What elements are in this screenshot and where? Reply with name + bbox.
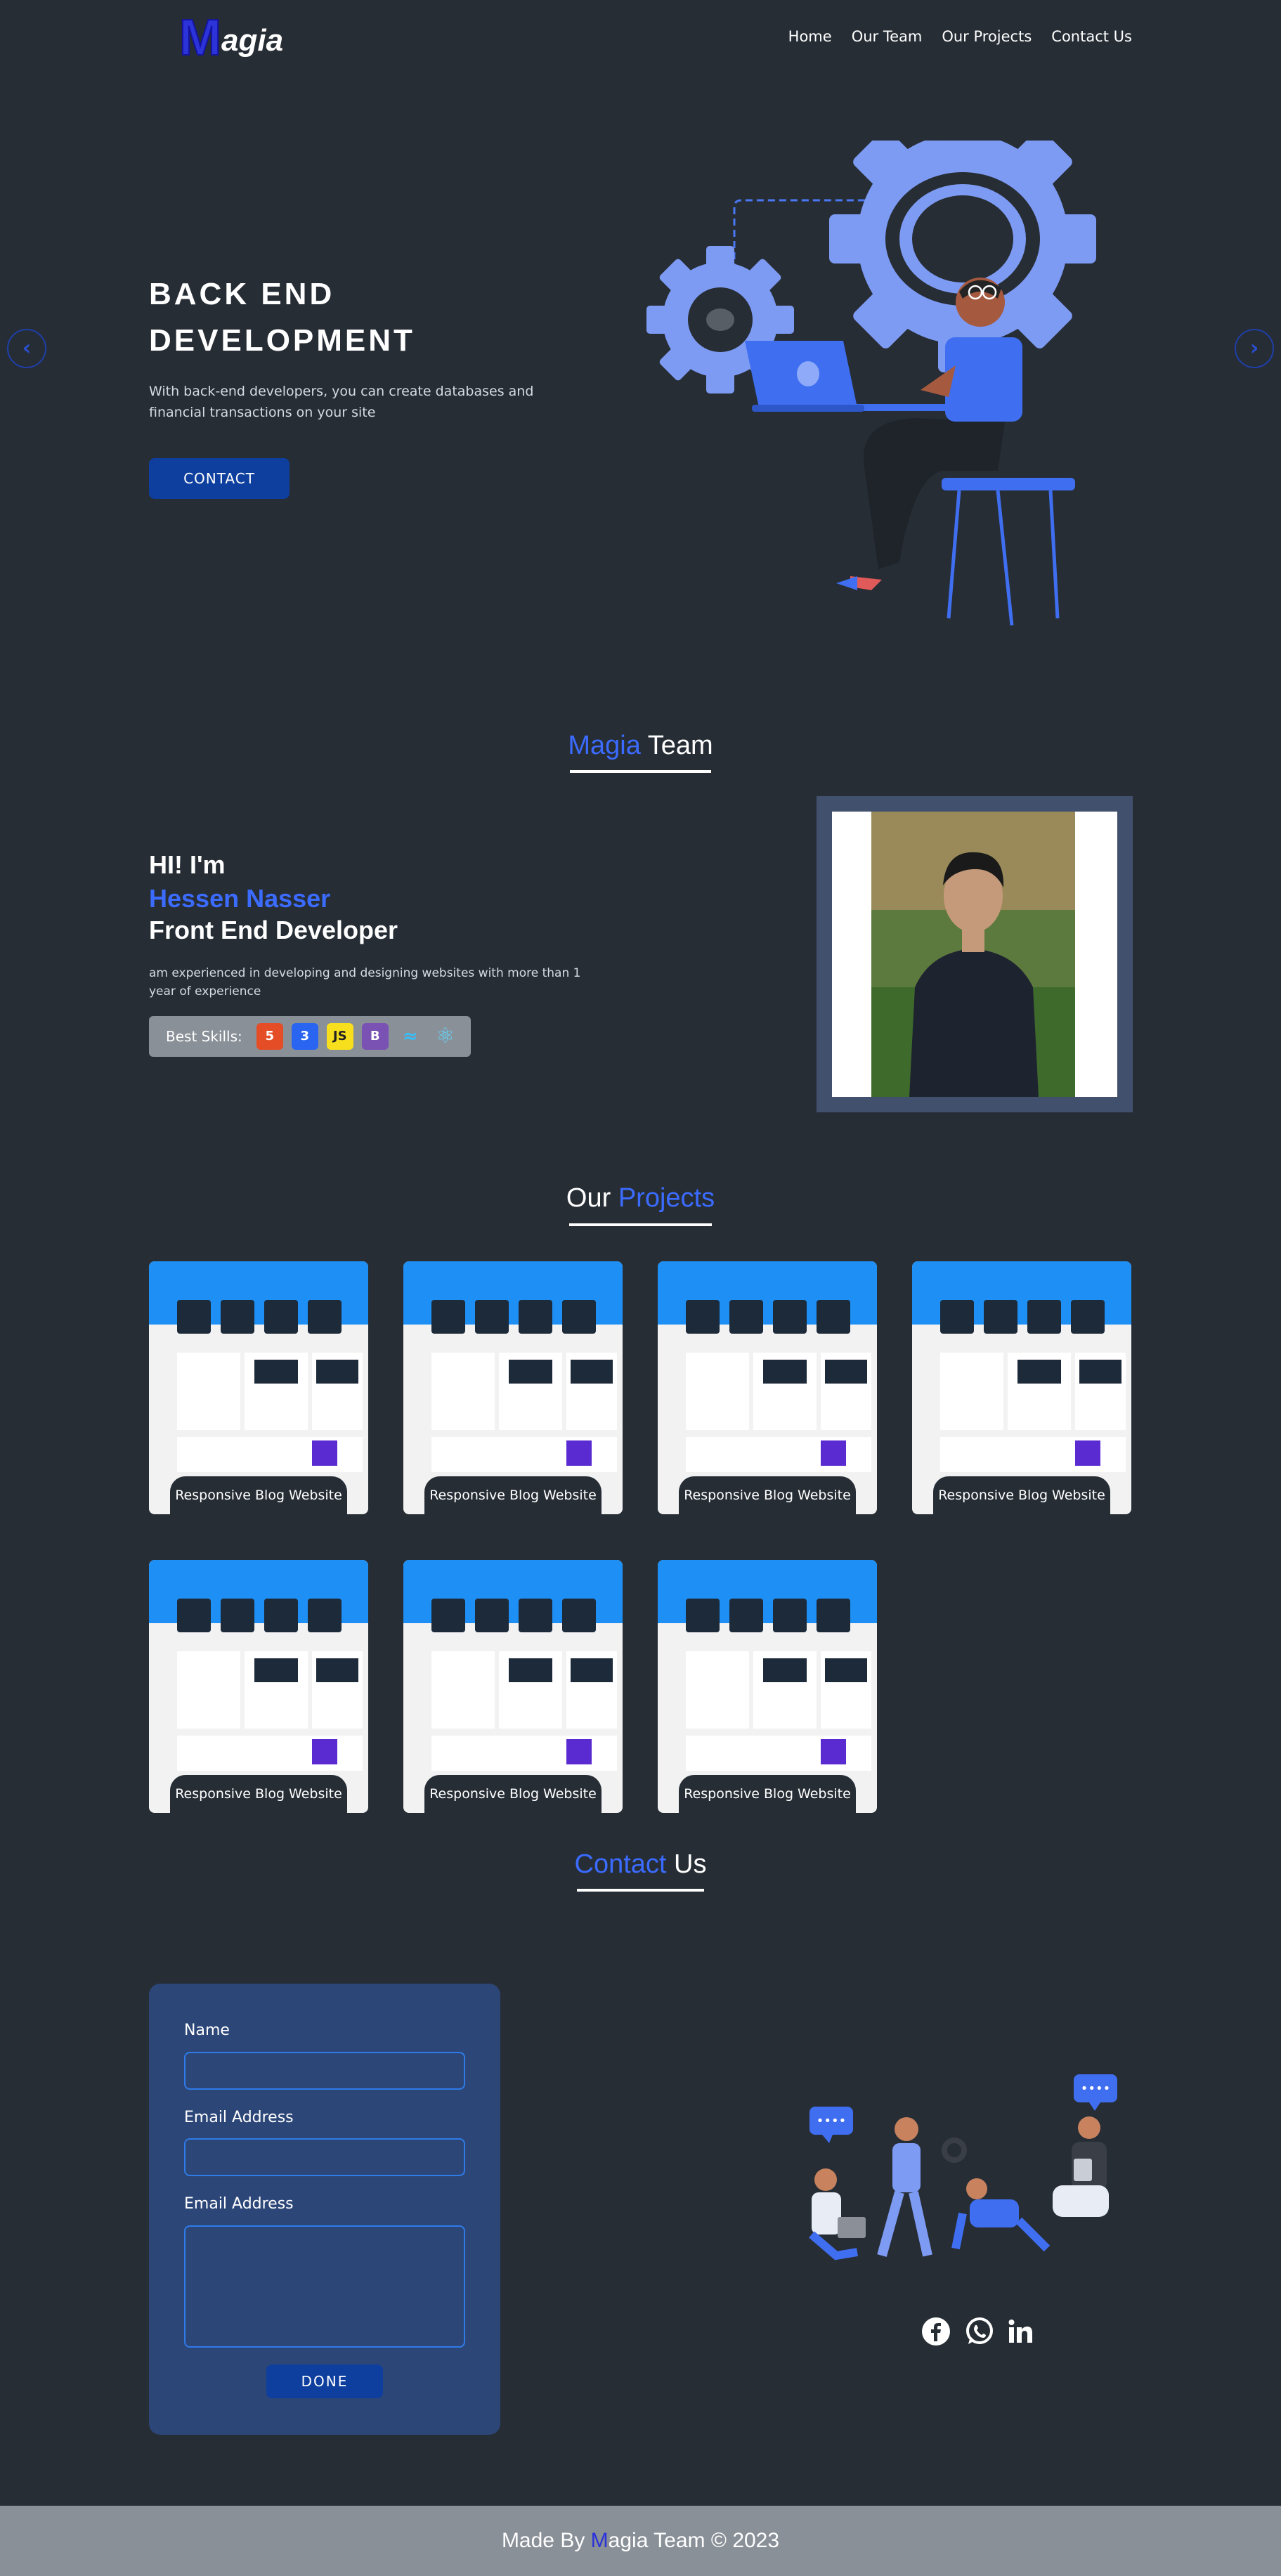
best-skills-bar: Best Skills: 5 3 JS B ≈ ⚛ [149, 1016, 471, 1057]
project-thumbnail-image [940, 1300, 1126, 1472]
project-card[interactable]: Responsive Blog Website [403, 1261, 623, 1514]
project-card[interactable]: Responsive Blog Website [403, 1560, 623, 1813]
member-description: am experienced in developing and designi… [149, 966, 581, 998]
svg-text:••••: •••• [817, 2114, 846, 2128]
member-name: Hessen Nasser [149, 884, 331, 913]
team-section-title: Magia Team [0, 728, 1281, 763]
projects-title-underline [569, 1223, 712, 1226]
name-label: Name [184, 2022, 230, 2039]
name-input[interactable] [184, 2052, 465, 2090]
tailwind-icon: ≈ [402, 1026, 418, 1047]
contact-title-rest: Us [666, 1849, 707, 1879]
project-thumbnail-image [431, 1599, 617, 1771]
hero-description: With back-end developers, you can create… [149, 384, 534, 420]
person-portrait-image [871, 812, 1075, 1097]
project-card[interactable]: Responsive Blog Website [912, 1261, 1131, 1514]
nav-links: Home Our Team Our Projects Contact Us [788, 27, 1132, 46]
member-photo [832, 812, 1117, 1097]
done-button[interactable]: DONE [266, 2364, 383, 2398]
chevron-right-icon: › [1249, 336, 1259, 360]
facebook-icon[interactable] [921, 2316, 951, 2347]
projects-title-rest: Our [566, 1183, 618, 1213]
nav-our-team[interactable]: Our Team [852, 27, 923, 46]
project-caption: Responsive Blog Website [170, 1775, 347, 1813]
html5-icon: 5 [256, 1023, 283, 1050]
footer-brand-m: M [590, 2529, 609, 2552]
project-thumbnail-image [686, 1300, 871, 1472]
project-card[interactable]: Responsive Blog Website [658, 1261, 877, 1514]
project-caption: Responsive Blog Website [170, 1476, 347, 1514]
project-caption: Responsive Blog Website [424, 1775, 602, 1813]
contact-title-underline [577, 1889, 704, 1892]
project-card[interactable]: Responsive Blog Website [149, 1560, 368, 1813]
email-label: Email Address [184, 2109, 294, 2126]
team-title-accent: Magia [568, 731, 641, 760]
contact-section-title: Contact Us [0, 1847, 1281, 1882]
nav-contact-us[interactable]: Contact Us [1051, 27, 1132, 46]
member-photo-frame [817, 796, 1133, 1112]
projects-title-accent: Projects [618, 1183, 715, 1213]
css3-icon: 3 [291, 1023, 318, 1050]
message-label: Email Address [184, 2195, 294, 2213]
project-caption: Responsive Blog Website [933, 1476, 1110, 1514]
hero-title: BACK END DEVELOPMENT [149, 271, 542, 364]
footer: Made By Magia Team © 2023 [0, 2506, 1281, 2576]
project-thumbnail-image [431, 1300, 617, 1472]
whatsapp-icon[interactable] [964, 2316, 995, 2347]
project-caption: Responsive Blog Website [679, 1775, 856, 1813]
footer-suffix: agia Team © 2023 [608, 2529, 780, 2552]
project-caption: Responsive Blog Website [424, 1476, 602, 1514]
member-role: Front End Developer [149, 916, 398, 944]
contact-title-accent: Contact [574, 1849, 667, 1879]
carousel-prev-button[interactable]: ‹ [7, 329, 46, 368]
project-card[interactable]: Responsive Blog Website [149, 1261, 368, 1514]
hero-contact-button[interactable]: CONTACT [149, 458, 290, 499]
projects-section-title: Our Projects [0, 1180, 1281, 1216]
react-icon: ⚛ [436, 1024, 455, 1048]
project-caption: Responsive Blog Website [679, 1476, 856, 1514]
carousel-next-button[interactable]: › [1235, 329, 1274, 368]
skills-label: Best Skills: [166, 1028, 242, 1045]
project-thumbnail-image [686, 1599, 871, 1771]
brand-logo[interactable]: M agia [178, 10, 306, 66]
top-navbar: M agia Home Our Team Our Projects Contac… [0, 0, 1281, 74]
team-title-rest: Team [640, 731, 713, 760]
team-chat-illustration: •••• •••• [809, 2074, 1117, 2260]
message-textarea[interactable] [184, 2225, 465, 2348]
hero-title-line1: BACK END [149, 277, 335, 311]
footer-prefix: Made By [501, 2529, 591, 2552]
contact-form: Name Email Address Email Address DONE [149, 1984, 500, 2435]
member-greeting: HI! I'm [149, 850, 226, 879]
team-title-underline [570, 770, 711, 773]
chevron-left-icon: ‹ [22, 336, 32, 360]
project-thumbnail-image [177, 1300, 363, 1472]
bootstrap-icon: B [361, 1023, 389, 1050]
hero-title-line2: DEVELOPMENT [149, 323, 415, 358]
logo-letter-m: M [178, 10, 222, 66]
svg-text:••••: •••• [1081, 2081, 1110, 2096]
project-thumbnail-image [177, 1599, 363, 1771]
nav-our-projects[interactable]: Our Projects [942, 27, 1032, 46]
nav-home[interactable]: Home [788, 27, 832, 46]
email-input[interactable] [184, 2138, 465, 2176]
logo-text: agia [221, 23, 284, 58]
linkedin-icon[interactable] [1005, 2316, 1036, 2347]
javascript-icon: JS [326, 1023, 353, 1050]
backend-developer-illustration [646, 141, 1096, 626]
project-card[interactable]: Responsive Blog Website [658, 1560, 877, 1813]
